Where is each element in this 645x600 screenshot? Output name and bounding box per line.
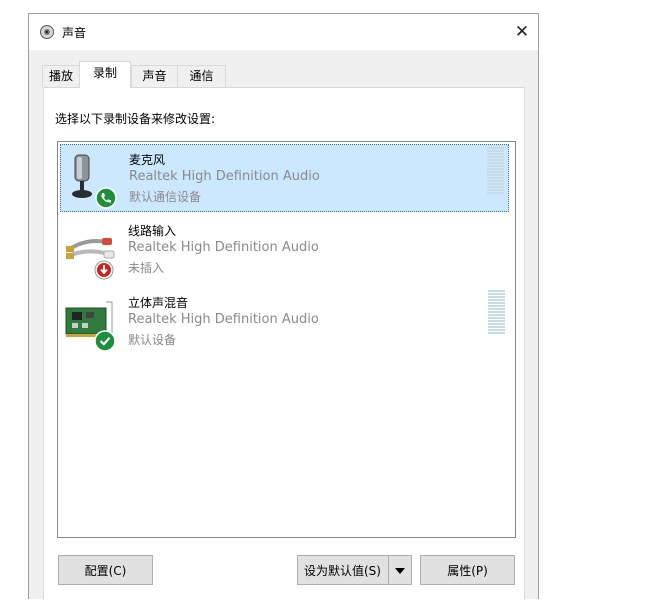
- recording-panel: 选择以下录制设备来修改设置: 麦克风 Realtek High Definiti…: [43, 87, 525, 600]
- set-default-button[interactable]: 设为默认值(S): [297, 555, 412, 585]
- phone-badge-icon: [95, 187, 117, 209]
- sound-dialog: 声音 ✕ 播放 录制 声音 通信 选择以下录制设备来修改设置: 麦克风 Real…: [28, 13, 539, 600]
- device-driver: Realtek High Definition Audio: [128, 312, 319, 327]
- device-name: 立体声混音: [128, 296, 189, 310]
- device-driver: Realtek High Definition Audio: [128, 240, 319, 255]
- list-item-line-in[interactable]: 线路输入 Realtek High Definition Audio 未插入: [60, 216, 509, 284]
- list-item-stereo-mix[interactable]: 立体声混音 Realtek High Definition Audio 默认设备: [60, 288, 509, 356]
- tab-communications[interactable]: 通信: [177, 65, 226, 87]
- tab-sounds[interactable]: 声音: [131, 65, 178, 87]
- device-list[interactable]: 麦克风 Realtek High Definition Audio 默认通信设备: [57, 141, 516, 538]
- instruction-label: 选择以下录制设备来修改设置:: [55, 112, 216, 126]
- configure-button[interactable]: 配置(C): [58, 555, 153, 585]
- default-check-badge-icon: [94, 330, 116, 352]
- set-default-label: 设为默认值(S): [304, 563, 381, 578]
- unplugged-badge-icon: [94, 260, 114, 280]
- window-title: 声音: [62, 26, 87, 40]
- properties-button[interactable]: 属性(P): [420, 555, 515, 585]
- device-driver: Realtek High Definition Audio: [129, 169, 320, 184]
- tab-playback[interactable]: 播放: [42, 65, 80, 87]
- device-status: 默认通信设备: [129, 190, 202, 204]
- device-status: 默认设备: [128, 333, 177, 347]
- device-status: 未插入: [128, 261, 165, 275]
- level-meter: [488, 290, 505, 338]
- chevron-down-icon: [395, 563, 405, 577]
- list-item-microphone[interactable]: 麦克风 Realtek High Definition Audio 默认通信设备: [60, 144, 509, 212]
- device-name: 线路输入: [128, 224, 177, 238]
- tab-recording[interactable]: 录制: [79, 61, 131, 88]
- level-meter: [487, 147, 504, 195]
- title-bar[interactable]: 声音 ✕: [29, 14, 538, 50]
- device-name: 麦克风: [129, 153, 166, 167]
- close-button[interactable]: ✕: [506, 14, 538, 50]
- close-icon: ✕: [514, 22, 530, 42]
- set-default-dropdown[interactable]: [388, 556, 411, 584]
- speaker-icon: [39, 24, 55, 40]
